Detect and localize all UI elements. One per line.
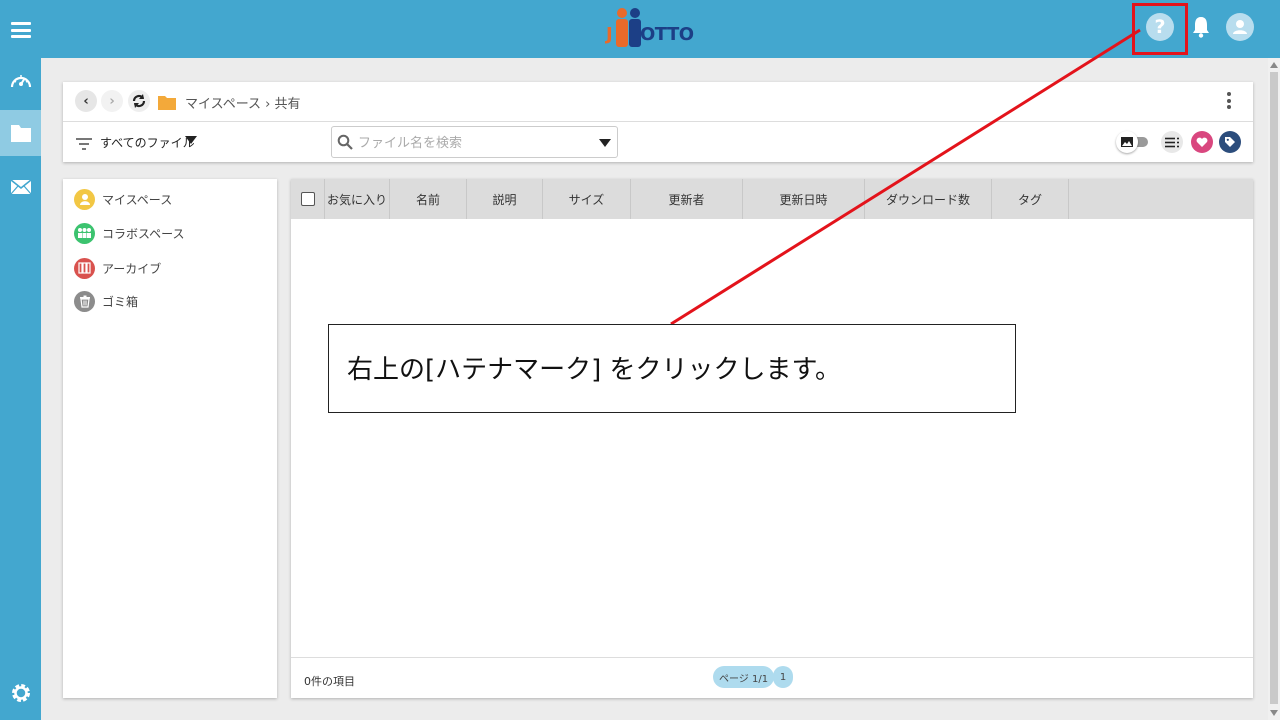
mail-icon[interactable] (0, 164, 41, 210)
list-view-icon[interactable] (1161, 131, 1183, 153)
left-rail (0, 58, 41, 720)
sidebar-item-label: ゴミ箱 (102, 294, 139, 309)
logo-prefix: J (606, 24, 613, 45)
file-table: お気に入り 名前 説明 サイズ 更新者 更新日時 ダウンロード数 タグ 0件の項… (291, 179, 1253, 698)
search-box[interactable] (331, 126, 618, 158)
thumbnail-toggle[interactable] (1116, 131, 1150, 153)
trash-icon (74, 290, 95, 312)
scroll-up-icon[interactable] (1270, 62, 1278, 68)
space-list: マイスペース コラボスペース アーカイブ ゴミ箱 (63, 179, 277, 698)
group-icon (74, 222, 95, 244)
filter-row: すべてのファイル (63, 122, 1253, 162)
archive-icon (74, 257, 95, 279)
callout-text: 右上の[ハテナマーク] をクリックします。 (347, 355, 841, 385)
filter-icon[interactable] (76, 136, 92, 155)
breadcrumb[interactable]: マイスペース › 共有 (185, 93, 301, 112)
bell-icon[interactable] (1187, 13, 1215, 41)
select-all-checkbox[interactable] (300, 192, 315, 206)
back-button[interactable]: ‹ (75, 90, 97, 112)
scroll-thumb[interactable] (1270, 72, 1278, 704)
sidebar-item-trash[interactable]: ゴミ箱 (74, 289, 138, 313)
column-download-count[interactable]: ダウンロード数 (865, 179, 992, 219)
person-icon (74, 188, 95, 210)
column-description[interactable]: 説明 (467, 179, 543, 219)
column-name[interactable]: 名前 (390, 179, 467, 219)
more-options-icon[interactable] (1227, 92, 1231, 112)
image-icon (1116, 131, 1138, 153)
column-favorite[interactable]: お気に入り (325, 179, 390, 219)
refresh-icon[interactable] (128, 90, 150, 112)
files-icon[interactable] (0, 110, 41, 156)
favorite-heart-icon[interactable] (1191, 131, 1213, 153)
item-count: 0件の項目 (304, 675, 355, 688)
hamburger-menu-icon[interactable] (11, 22, 31, 38)
help-highlight-box (1132, 3, 1188, 55)
page-scrollbar[interactable] (1268, 58, 1280, 720)
search-icon (337, 134, 353, 154)
sidebar-item-collabspace[interactable]: コラボスペース (74, 221, 185, 245)
bell-shape (1193, 17, 1209, 38)
settings-icon[interactable] (0, 670, 41, 716)
forward-button[interactable]: › (101, 90, 123, 112)
file-toolbar: ‹ › マイスペース › 共有 すべてのファイル (63, 82, 1253, 162)
dashboard-icon[interactable] (0, 58, 41, 104)
instruction-callout: 右上の[ハテナマーク] をクリックします。 (328, 324, 1016, 413)
user-shape (1233, 20, 1247, 34)
breadcrumb-row: ‹ › マイスペース › 共有 (63, 82, 1253, 122)
search-caret-icon[interactable] (599, 139, 611, 147)
sidebar-item-archive[interactable]: アーカイブ (74, 256, 161, 280)
tag-icon[interactable] (1219, 131, 1241, 153)
sidebar-item-label: アーカイブ (102, 261, 162, 276)
sidebar-item-label: マイスペース (102, 192, 173, 207)
select-all-cell (291, 179, 325, 219)
sidebar-item-label: コラボスペース (102, 226, 185, 241)
table-header: お気に入り 名前 説明 サイズ 更新者 更新日時 ダウンロード数 タグ (291, 179, 1253, 219)
column-size[interactable]: サイズ (543, 179, 631, 219)
column-updated-at[interactable]: 更新日時 (743, 179, 865, 219)
logo-text: OTTO (640, 24, 694, 45)
table-footer: 0件の項目 ページ 1/1 1 (291, 657, 1253, 698)
top-bar: J OTTO ? (0, 0, 1280, 58)
filter-dropdown[interactable]: すべてのファイル (100, 134, 195, 151)
column-tag[interactable]: タグ (992, 179, 1069, 219)
user-icon[interactable] (1226, 13, 1254, 41)
column-updated-by[interactable]: 更新者 (631, 179, 743, 219)
sidebar-item-myspace[interactable]: マイスペース (74, 187, 172, 211)
page-number-button[interactable]: 1 (773, 666, 793, 688)
filter-caret-icon[interactable] (185, 136, 197, 144)
folder-icon (158, 95, 176, 114)
search-input[interactable] (358, 133, 578, 153)
scroll-down-icon[interactable] (1270, 710, 1278, 716)
page-indicator: ページ 1/1 (713, 666, 775, 688)
